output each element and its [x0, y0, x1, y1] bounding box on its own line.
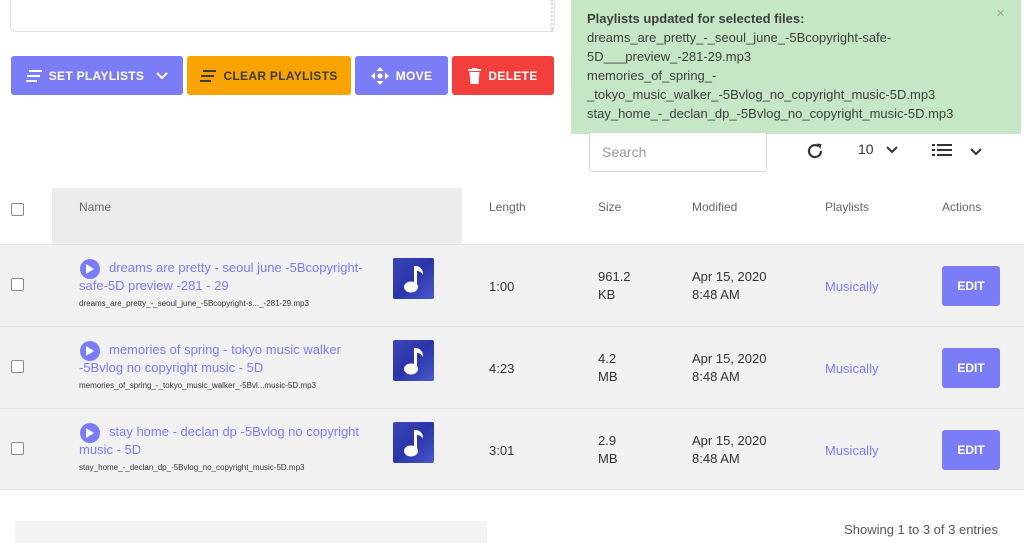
notification-title: Playlists updated for selected files:	[587, 11, 805, 26]
move-label: MOVE	[395, 68, 433, 83]
arrows-move-icon	[370, 66, 389, 85]
track-title-link[interactable]: stay home - declan dp -5Bvlog no copyrig…	[79, 423, 369, 458]
search-input[interactable]	[589, 132, 767, 172]
list-icon	[25, 69, 42, 82]
track-filename: dreams_are_pretty_-_seoul_june_-5Bcopyri…	[79, 299, 309, 308]
track-length: 3:01	[489, 443, 515, 458]
edit-button[interactable]: EDIT	[942, 266, 1000, 306]
clear-playlists-button[interactable]: CLEAR PLAYLISTS	[187, 56, 351, 95]
page-size-value: 10	[858, 141, 874, 157]
chevron-down-icon	[885, 141, 898, 157]
edit-button[interactable]: EDIT	[942, 348, 1000, 388]
column-header-size[interactable]: Size	[598, 200, 621, 214]
column-header-name[interactable]: Name	[79, 200, 111, 214]
track-modified: Apr 15, 2020 8:48 AM	[692, 432, 766, 468]
notification-line: _tokyo_music_walker_-5Bvlog_no_copyright…	[587, 87, 936, 102]
notification-line: 5D___preview_-281-29.mp3	[587, 49, 752, 64]
size-value: 2.9	[598, 433, 617, 448]
track-filename: stay_home_-_declan_dp_-5Bvlog_no_copyrig…	[79, 463, 305, 472]
chevron-down-icon[interactable]	[156, 71, 168, 80]
refresh-icon[interactable]	[805, 141, 825, 161]
success-notification: Playlists updated for selected files: dr…	[571, 0, 1021, 134]
edit-button[interactable]: EDIT	[942, 430, 1000, 470]
track-title-link[interactable]: dreams are pretty - seoul june -5Bcopyri…	[79, 259, 369, 294]
column-header-actions: Actions	[942, 200, 982, 214]
modified-date: Apr 15, 2020	[692, 269, 767, 284]
size-unit: MB	[598, 451, 618, 466]
upload-area-border	[549, 0, 553, 32]
modified-time: 8:48 AM	[692, 451, 740, 466]
track-length: 1:00	[489, 279, 515, 294]
set-playlists-label: SET PLAYLISTS	[48, 68, 145, 83]
column-header-length[interactable]: Length	[489, 200, 526, 214]
modified-date: Apr 15, 2020	[692, 351, 767, 366]
media-library-page: SET PLAYLISTS CLEAR PLAYLISTS MOVE DELET…	[0, 0, 1024, 543]
music-note-icon	[393, 340, 434, 381]
music-note-icon	[393, 422, 434, 463]
playlist-link[interactable]: Musically	[825, 361, 878, 376]
notification-line: dreams_are_pretty_-_seoul_june_-5Bcopyri…	[587, 30, 892, 45]
modified-time: 8:48 AM	[692, 369, 740, 384]
upload-area	[10, 0, 555, 32]
select-all-checkbox[interactable]	[11, 203, 24, 216]
music-note-icon	[393, 258, 434, 299]
column-header-playlists[interactable]: Playlists	[825, 200, 869, 214]
size-value: 961.2	[598, 269, 631, 284]
column-header-modified[interactable]: Modified	[692, 200, 737, 214]
track-filename: memories_of_spring_-_tokyo_music_walker_…	[79, 381, 316, 390]
delete-button[interactable]: DELETE	[452, 56, 554, 95]
close-icon[interactable]: ×	[996, 4, 1005, 23]
notification-line: memories_of_spring_-	[587, 68, 717, 83]
track-size: 961.2 KB	[598, 268, 648, 304]
playlist-link[interactable]: Musically	[825, 443, 878, 458]
size-unit: KB	[598, 287, 616, 302]
view-mode-select[interactable]	[932, 143, 982, 161]
track-length: 4:23	[489, 361, 515, 376]
track-modified: Apr 15, 2020 8:48 AM	[692, 268, 766, 304]
chevron-down-icon	[970, 143, 982, 161]
track-title-link[interactable]: memories of spring - tokyo music walker …	[79, 341, 369, 376]
row-checkbox[interactable]	[11, 442, 24, 455]
entries-summary: Showing 1 to 3 of 3 entries	[844, 522, 998, 537]
page-size-select[interactable]: 10	[858, 141, 898, 157]
track-size: 2.9 MB	[598, 432, 648, 468]
track-size: 4.2 MB	[598, 350, 648, 386]
notification-line: stay_home_-_declan_dp_-5Bvlog_no_copyrig…	[587, 106, 954, 121]
list-icon	[200, 69, 217, 82]
size-value: 4.2	[598, 351, 617, 366]
playlist-link[interactable]: Musically	[825, 279, 878, 294]
trash-icon	[468, 67, 482, 84]
track-modified: Apr 15, 2020 8:48 AM	[692, 350, 766, 386]
move-button[interactable]: MOVE	[355, 56, 448, 95]
list-view-icon	[932, 143, 952, 161]
modified-time: 8:48 AM	[692, 287, 740, 302]
set-playlists-button[interactable]: SET PLAYLISTS	[11, 56, 183, 95]
clear-playlists-label: CLEAR PLAYLISTS	[223, 68, 338, 83]
modified-date: Apr 15, 2020	[692, 433, 767, 448]
bulk-actions-toolbar: SET PLAYLISTS CLEAR PLAYLISTS MOVE DELET…	[11, 56, 554, 95]
size-unit: MB	[598, 369, 618, 384]
name-header-cell[interactable]	[52, 188, 462, 244]
row-checkbox[interactable]	[11, 360, 24, 373]
pagination-area	[15, 521, 487, 543]
delete-label: DELETE	[488, 68, 538, 83]
row-checkbox[interactable]	[11, 278, 24, 291]
